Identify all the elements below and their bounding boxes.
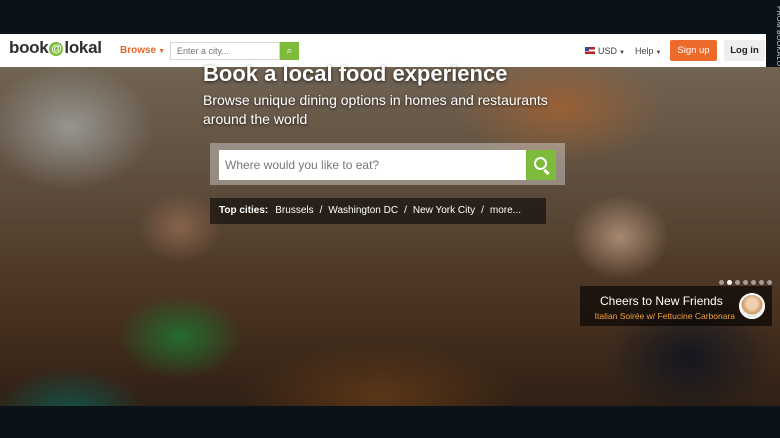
slider-dot[interactable] <box>719 280 724 285</box>
slider-dot[interactable] <box>743 280 748 285</box>
slider-dot[interactable] <box>759 280 764 285</box>
more-cities-link[interactable]: more... <box>490 205 521 216</box>
slide-caption-subtitle: Italian Soirée w/ Fettucine Carbonara <box>594 311 735 321</box>
city-link-brussels[interactable]: Brussels <box>275 205 313 216</box>
city-link-new-york-city[interactable]: New York City <box>413 205 475 216</box>
slider-dot[interactable] <box>727 280 732 285</box>
signup-button[interactable]: Sign up <box>670 40 717 61</box>
slider-dot[interactable] <box>751 280 756 285</box>
separator: / <box>404 205 407 216</box>
separator: / <box>319 205 323 216</box>
currency-label: USD <box>598 46 618 56</box>
login-button[interactable]: Log in <box>724 40 765 61</box>
browse-label: Browse <box>120 45 157 56</box>
city-link-washington-dc[interactable]: Washington DC <box>328 205 398 216</box>
logo-text-lokal: lokal <box>64 38 102 57</box>
browse-menu[interactable]: Browse ▼ <box>120 45 165 56</box>
top-cities-label: Top cities: <box>219 205 269 216</box>
site-logo[interactable]: book @ lokal <box>9 38 102 58</box>
slider-dot[interactable] <box>767 280 772 285</box>
hero-title: Book a local food experience <box>203 61 508 86</box>
separator: / <box>481 205 484 216</box>
currency-selector[interactable]: USD ▼ <box>585 46 625 56</box>
slider-dot[interactable] <box>735 280 740 285</box>
search-icon: ⌕ <box>286 45 293 57</box>
slide-caption-title: Cheers to New Friends <box>600 294 723 308</box>
us-flag-icon <box>585 47 595 54</box>
city-search-input[interactable] <box>170 42 280 60</box>
hero-search-input[interactable]: Where would you like to eat? <box>219 150 526 180</box>
host-avatar[interactable] <box>739 293 765 319</box>
chevron-down-icon: ▼ <box>655 50 662 56</box>
logo-text-book: book <box>9 38 49 57</box>
chevron-down-icon: ▼ <box>619 50 625 56</box>
city-search-button[interactable]: ⌕ <box>280 42 299 60</box>
help-menu[interactable]: Help ▼ <box>635 46 661 56</box>
bottom-letterbox <box>0 406 780 438</box>
hero-search-button[interactable] <box>526 150 556 180</box>
help-label: Help <box>635 46 654 56</box>
chevron-down-icon: ▼ <box>158 48 166 55</box>
hero-subtitle: Browse unique dining options in homes an… <box>203 92 548 127</box>
logo-at-icon: @ <box>49 42 64 56</box>
top-cities-bar: Top cities: Brussels / Washington DC / New Yo… <box>210 198 546 224</box>
